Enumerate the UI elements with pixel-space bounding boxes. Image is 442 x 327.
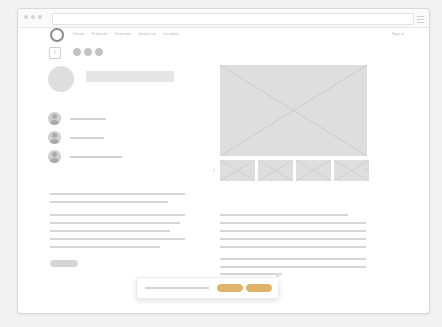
text-placeholder [70,136,104,139]
text-placeholder [220,214,348,216]
thumbnail[interactable] [258,160,293,181]
sign-in-link[interactable]: Sign in [392,31,404,36]
text-placeholder [50,230,170,232]
user-icon [48,131,61,144]
maximize-dot[interactable] [38,15,42,19]
list-item[interactable] [48,150,122,163]
profile-avatar [48,66,74,92]
nav-item-about[interactable]: About us [139,31,156,36]
text-placeholder [50,246,160,248]
title-bar [18,9,429,28]
cookie-banner: × [136,274,281,299]
close-icon[interactable]: × [274,274,281,281]
hero-image-placeholder [220,65,367,156]
address-bar[interactable] [52,13,414,25]
nav-item-projects[interactable]: Projects [91,31,107,36]
hamburger-icon[interactable] [417,14,424,25]
nav-item-contact[interactable]: Contact [163,31,178,36]
close-dot[interactable] [24,15,28,19]
thumbnail-strip [220,160,369,181]
text-placeholder [220,266,366,268]
logo-circle-icon[interactable] [50,28,64,42]
list-item[interactable] [48,112,106,125]
text-placeholder [220,246,366,248]
chevron-left-icon[interactable]: ‹ [49,47,61,59]
text-placeholder [50,214,185,216]
window-controls [24,15,42,19]
text-placeholder [220,222,366,224]
main-nav: Home Projects Services About us Contact [73,31,178,36]
nav-item-home[interactable]: Home [73,31,84,36]
text-placeholder [50,201,168,203]
minimize-dot[interactable] [31,15,35,19]
thumbnail[interactable] [220,160,255,181]
page-dot[interactable] [84,48,92,56]
text-placeholder [70,117,106,120]
text-placeholder [220,273,282,275]
nav-item-services[interactable]: Services [115,31,132,36]
thumbnail[interactable] [296,160,331,181]
chevron-left-icon[interactable]: ‹ [213,167,217,174]
thumbnail[interactable] [334,160,369,181]
text-placeholder [220,230,366,232]
profile-title-placeholder [86,71,174,82]
page-dot[interactable] [73,48,81,56]
text-placeholder [145,287,209,289]
list-item[interactable] [48,131,104,144]
user-icon [48,112,61,125]
text-placeholder [50,238,185,240]
text-placeholder [50,193,185,195]
text-placeholder [220,258,366,260]
chevron-right-icon[interactable]: › [365,167,369,174]
page-dot[interactable] [95,48,103,56]
text-placeholder [70,155,122,158]
user-icon [48,150,61,163]
text-placeholder [50,222,180,224]
text-placeholder [220,238,366,240]
settings-button[interactable] [246,284,272,292]
accept-button[interactable] [217,284,243,292]
page-dots [73,48,103,56]
action-button-placeholder[interactable] [50,260,78,267]
